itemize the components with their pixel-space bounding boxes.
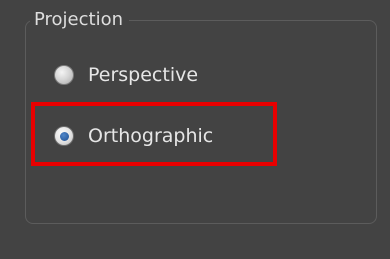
projection-group-title: Projection bbox=[30, 8, 130, 32]
projection-panel: Projection Perspective Orthographic bbox=[0, 0, 390, 259]
radio-button-checked[interactable] bbox=[54, 126, 74, 146]
radio-button-unchecked[interactable] bbox=[54, 65, 74, 85]
radio-selected-dot bbox=[59, 131, 69, 141]
radio-option-orthographic[interactable]: Orthographic bbox=[54, 121, 213, 151]
radio-label-perspective: Perspective bbox=[88, 64, 199, 86]
radio-label-orthographic: Orthographic bbox=[88, 125, 214, 147]
radio-option-perspective[interactable]: Perspective bbox=[54, 60, 198, 90]
